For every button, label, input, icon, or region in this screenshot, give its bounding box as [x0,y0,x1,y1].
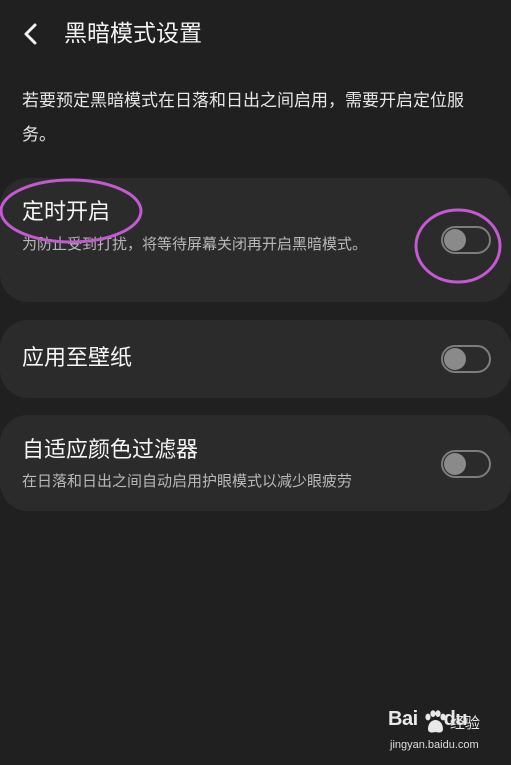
schedule-setting-row[interactable]: 定时开启 为防止受到打扰，将等待屏幕关闭再开启黑暗模式。 [0,178,511,302]
watermark-jingyan: 经验 [450,714,481,732]
apply-wallpaper-toggle[interactable] [441,345,491,373]
location-notice: 若要预定黑暗模式在日落和日出之间启用，需要开启定位服务。 [22,91,464,145]
adaptive-filter-title: 自适应颜色过滤器 [22,438,199,463]
schedule-toggle[interactable] [441,226,491,254]
adaptive-filter-description: 在日落和日出之间自动启用护眼模式以减少眼疲劳 [22,472,353,490]
apply-wallpaper-row[interactable]: 应用至壁纸 [0,320,511,398]
apply-wallpaper-title: 应用至壁纸 [22,346,133,371]
header-bar: 黑暗模式设置 [0,0,511,70]
paw-logo-icon [425,710,446,733]
baidu-watermark: Bai du 经验 jingyan.baidu.com [388,706,506,756]
toggle-knob [444,453,466,475]
watermark-url: jingyan.baidu.com [390,739,479,751]
toggle-knob [444,229,466,251]
page-title: 黑暗模式设置 [64,21,202,47]
schedule-description: 为防止受到打扰，将等待屏幕关闭再开启黑暗模式。 [22,235,368,253]
schedule-title: 定时开启 [22,200,111,225]
chevron-left-icon [24,23,37,45]
adaptive-filter-row[interactable]: 自适应颜色过滤器 在日落和日出之间自动启用护眼模式以减少眼疲劳 [0,415,511,511]
toggle-knob [444,348,466,370]
adaptive-filter-toggle[interactable] [441,450,491,478]
back-button[interactable] [16,18,48,50]
